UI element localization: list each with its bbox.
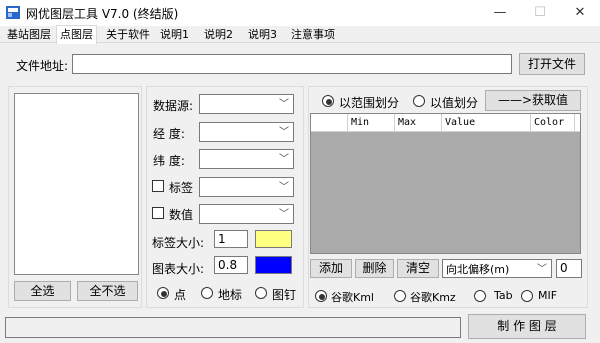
get-value-button[interactable]: ——>获取值 — [485, 90, 581, 111]
point-type-radio-landmark[interactable] — [201, 287, 213, 299]
by-range-radio[interactable] — [322, 95, 334, 107]
grid-header-max: Max — [395, 114, 442, 132]
by-value-label: 以值划分 — [430, 96, 479, 110]
latitude-combo[interactable]: ﹀ — [199, 149, 294, 169]
format-label-kmz: 谷歌Kmz — [410, 291, 456, 304]
tab-base-station[interactable]: 基站图层 — [4, 27, 54, 43]
tab-help-3[interactable]: 说明3 — [245, 27, 280, 43]
tab-about[interactable]: 关于软件 — [103, 27, 153, 43]
clear-button[interactable]: 清空 — [397, 259, 439, 278]
tab-notes[interactable]: 注意事项 — [288, 27, 338, 43]
grid-header-color: Color — [531, 114, 575, 132]
make-layer-button[interactable]: 制 作 图 层 — [468, 314, 586, 339]
add-button[interactable]: 添加 — [310, 259, 352, 278]
close-button[interactable]: ✕ — [560, 0, 600, 26]
point-type-radio-pin[interactable] — [255, 287, 267, 299]
field-list[interactable] — [14, 93, 139, 275]
chevron-down-icon: ﹀ — [279, 99, 289, 110]
grid-header-min: Min — [348, 114, 395, 132]
point-type-label-pin: 图钉 — [272, 288, 297, 302]
grid-header: Min Max Value Color — [311, 114, 580, 132]
chevron-down-icon: ﹀ — [279, 127, 289, 138]
maximize-button[interactable]: ☐ — [520, 0, 560, 26]
value-checkbox[interactable] — [152, 207, 164, 219]
tab-help-1[interactable]: 说明1 — [157, 27, 192, 43]
point-type-label-landmark: 地标 — [218, 288, 243, 302]
label-size-label: 标签大小: — [152, 236, 205, 250]
point-type-label-point: 点 — [174, 288, 187, 302]
point-type-radio-point[interactable] — [157, 287, 169, 299]
tab-point-layer[interactable]: 点图层 — [56, 25, 97, 44]
value-checkbox-label: 数值 — [169, 208, 194, 222]
latitude-label: 纬 度: — [153, 154, 185, 168]
offset-direction-value: 向北偏移(m) — [446, 263, 510, 276]
by-value-radio[interactable] — [413, 95, 425, 107]
longitude-combo[interactable]: ﹀ — [199, 122, 294, 142]
chevron-down-icon: ﹀ — [279, 154, 289, 165]
select-none-button[interactable]: 全不选 — [77, 281, 138, 301]
status-bar — [5, 317, 461, 338]
label-checkbox-label: 标签 — [169, 181, 194, 195]
label-size-input[interactable]: 1 — [214, 230, 248, 248]
offset-direction-combo[interactable]: 向北偏移(m) ﹀ — [442, 259, 552, 278]
format-radio-mif[interactable] — [521, 290, 533, 302]
chart-size-input[interactable]: 0.8 — [214, 256, 248, 274]
datasource-combo[interactable]: ﹀ — [199, 94, 294, 114]
chart-color-swatch[interactable] — [255, 256, 292, 274]
chevron-down-icon: ﹀ — [279, 182, 289, 193]
grid-header-value: Value — [442, 114, 531, 132]
label-field-combo[interactable]: ﹀ — [199, 177, 294, 197]
tab-help-2[interactable]: 说明2 — [201, 27, 236, 43]
format-radio-tab[interactable] — [474, 290, 486, 302]
chart-size-label: 图表大小: — [152, 262, 205, 276]
format-label-mif: MIF — [538, 289, 558, 302]
delete-button[interactable]: 删除 — [355, 259, 394, 278]
format-label-tab: Tab — [494, 289, 513, 302]
range-grid[interactable]: Min Max Value Color — [310, 113, 581, 254]
by-range-label: 以范围划分 — [339, 96, 400, 110]
file-path-input[interactable] — [72, 54, 512, 74]
minimize-button[interactable]: — — [480, 0, 520, 26]
longitude-label: 经 度: — [153, 127, 185, 141]
grid-header-cell — [311, 114, 348, 132]
format-radio-kml[interactable] — [315, 290, 327, 302]
file-path-label: 文件地址: — [16, 59, 69, 73]
format-label-kml: 谷歌Kml — [331, 291, 374, 304]
label-checkbox[interactable] — [152, 180, 164, 192]
chevron-down-icon: ﹀ — [279, 209, 289, 220]
chevron-down-icon: ﹀ — [537, 264, 547, 275]
select-all-button[interactable]: 全选 — [14, 281, 71, 301]
window-title: 网优图层工具 V7.0 (终结版) — [26, 7, 179, 21]
value-field-combo[interactable]: ﹀ — [199, 204, 294, 224]
offset-value-input[interactable]: 0 — [556, 259, 582, 278]
datasource-label: 数据源: — [153, 99, 194, 113]
open-file-button[interactable]: 打开文件 — [519, 53, 585, 75]
app-icon — [6, 6, 20, 19]
label-color-swatch[interactable] — [255, 230, 292, 248]
format-radio-kmz[interactable] — [394, 290, 406, 302]
